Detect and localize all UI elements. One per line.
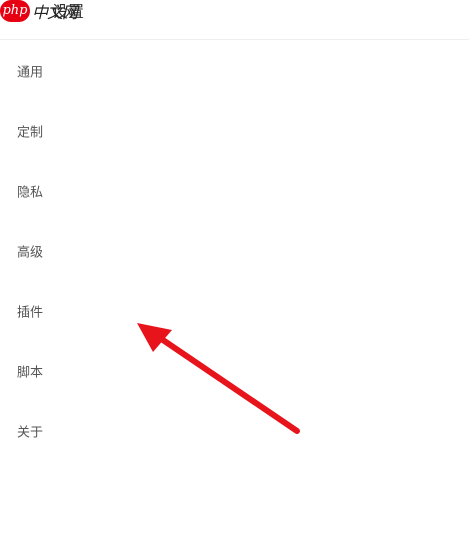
menu-item-general[interactable]: 通用 (0, 41, 469, 101)
menu-item-label: 关于 (17, 425, 44, 441)
menu-item-about[interactable]: 关于 (0, 401, 469, 461)
menu-item-label: 定制 (17, 125, 44, 141)
menu-item-scripts[interactable]: 脚本 (0, 341, 469, 401)
menu-item-label: 脚本 (17, 365, 44, 381)
menu-item-label: 插件 (17, 305, 44, 321)
menu-item-label: 隐私 (17, 185, 44, 201)
menu-item-label: 高级 (17, 245, 44, 261)
watermark-text: 中文网 (32, 3, 78, 22)
menu-item-label: 通用 (17, 65, 44, 81)
menu-item-plugins[interactable]: 插件 (0, 281, 469, 341)
header: 设置 php 中文网 (0, 0, 469, 40)
menu-item-customize[interactable]: 定制 (0, 101, 469, 161)
menu-item-privacy[interactable]: 隐私 (0, 161, 469, 221)
watermark-logo: php 中文网 (0, 0, 78, 22)
menu-item-advanced[interactable]: 高级 (0, 221, 469, 281)
watermark-badge: php (0, 0, 30, 22)
